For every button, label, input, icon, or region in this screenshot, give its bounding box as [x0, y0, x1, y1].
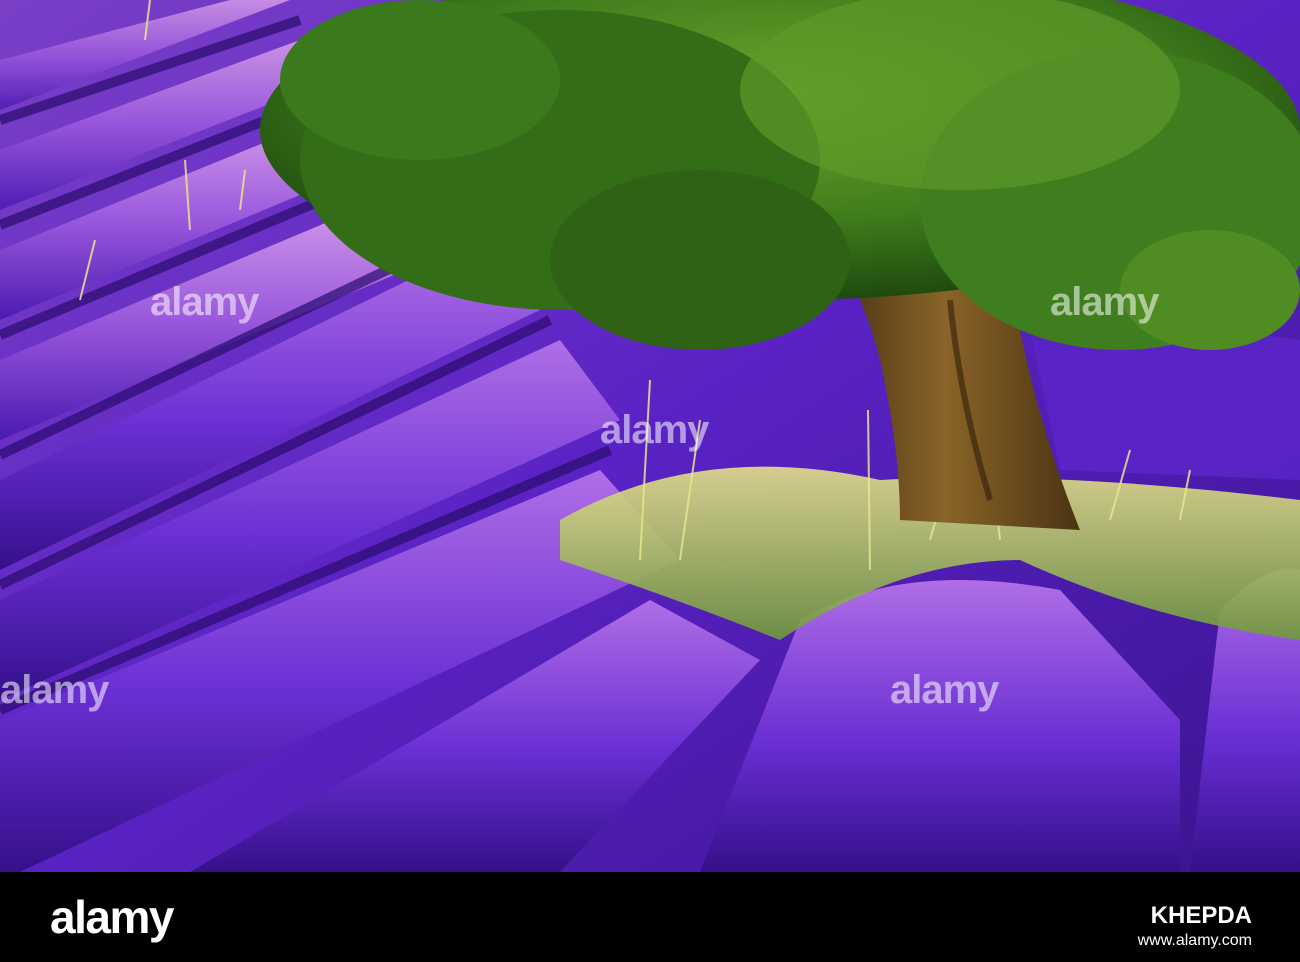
image-id: KHEPDA	[1150, 902, 1252, 929]
site-url: www.alamy.com	[1137, 932, 1252, 949]
photo-canvas	[0, 0, 1300, 872]
alamy-logo: alamy	[50, 891, 174, 943]
watermark-footer: alamy KHEPDA www.alamy.com	[0, 872, 1300, 962]
lavender-field-photo: alamy alamy alamy alamy alamy	[0, 0, 1300, 872]
